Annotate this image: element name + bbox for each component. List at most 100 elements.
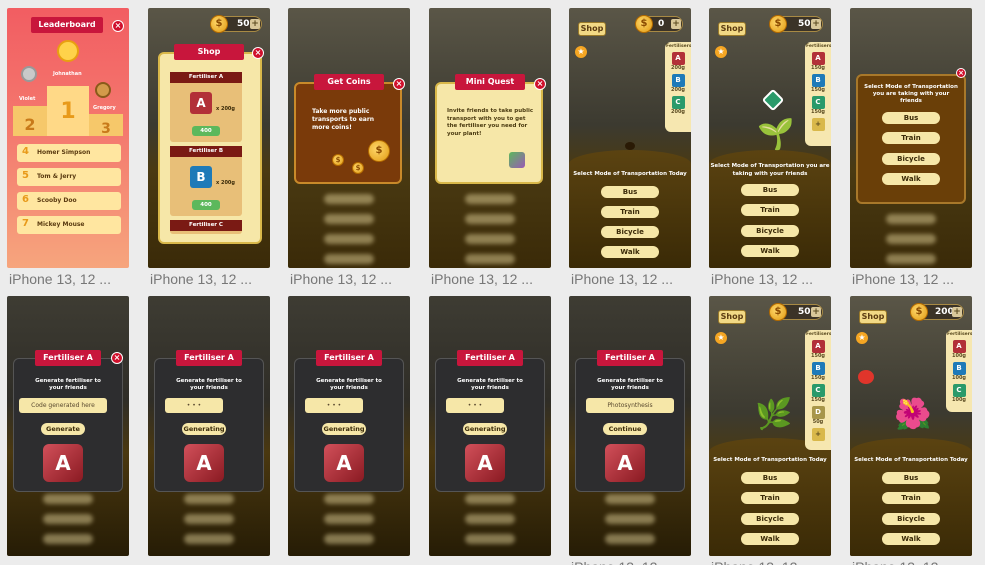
add-coins-icon[interactable]: +: [250, 19, 260, 29]
close-icon[interactable]: ×: [534, 78, 546, 90]
screen-game-sprout[interactable]: Shop 50 $ + ★ Fertilisers: A 150g B 150g…: [709, 8, 831, 287]
train-button[interactable]: Train: [882, 492, 940, 504]
price-button[interactable]: 400: [192, 200, 220, 210]
fertiliser-b-icon[interactable]: B: [811, 74, 825, 87]
screen-fertiliser-generating-3[interactable]: Fertiliser A Generate fertiliser to your…: [429, 296, 551, 556]
train-button[interactable]: Train: [601, 206, 659, 218]
mini-quest-text: Invite friends to take public transport …: [447, 108, 534, 137]
add-coins-icon[interactable]: +: [811, 19, 821, 29]
close-icon[interactable]: ×: [112, 20, 124, 32]
add-coins-icon[interactable]: +: [952, 307, 962, 317]
screen-leaderboard[interactable]: Leaderboard × Violet Johnathan Gregory 2…: [7, 8, 129, 287]
fertiliser-c-card[interactable]: Fertiliser C: [170, 220, 242, 234]
fertiliser-d-icon[interactable]: D: [811, 406, 825, 419]
fertiliser-c-icon[interactable]: C: [811, 384, 825, 397]
screen-fertiliser-done[interactable]: Fertiliser A Generate fertiliser to your…: [569, 296, 691, 565]
bicycle-button[interactable]: Bicycle: [741, 513, 799, 525]
fertiliser-a-card[interactable]: Fertiliser A A x 200g 400: [170, 72, 242, 142]
plant-icon: 🌿: [755, 397, 793, 432]
bicycle-button[interactable]: Bicycle: [741, 225, 799, 237]
add-coins-icon[interactable]: +: [811, 307, 821, 317]
bicycle-button[interactable]: Bicycle: [882, 513, 940, 525]
code-field[interactable]: Code generated here: [19, 398, 107, 413]
add-coins-icon[interactable]: +: [671, 19, 681, 29]
fertiliser-c-icon[interactable]: C: [671, 96, 685, 109]
add-fertiliser-icon[interactable]: +: [811, 428, 825, 441]
fertiliser-a-icon[interactable]: A: [811, 340, 825, 353]
shop-button[interactable]: Shop: [718, 310, 746, 324]
fertiliser-frame: Fertiliser A × Generate fertiliser to yo…: [7, 296, 129, 556]
screen-mode-modal[interactable]: × Select Mode of Transportation you are …: [850, 8, 972, 287]
fertiliser-a-icon[interactable]: A: [952, 340, 966, 353]
fertiliser-b-card[interactable]: Fertiliser B B x 200g 400: [170, 146, 242, 216]
frame-caption: iPhone 13, 12 ...: [852, 558, 972, 565]
screen-game-flower[interactable]: Shop 200 $ + ★ Fertilisers: A 100g B 100…: [850, 296, 972, 565]
train-button[interactable]: Train: [741, 204, 799, 216]
fertiliser-b-icon[interactable]: B: [671, 74, 685, 87]
fertiliser-b-icon[interactable]: B: [811, 362, 825, 375]
screen-mini-quest[interactable]: Mini Quest × Invite friends to take publ…: [429, 8, 551, 287]
shop-title: Shop: [174, 44, 244, 60]
walk-button[interactable]: Walk: [741, 245, 799, 257]
fertiliser-frame: Fertiliser A Generate fertiliser to your…: [288, 296, 410, 556]
generating-button[interactable]: Generating: [463, 423, 507, 435]
code-field[interactable]: • • •: [305, 398, 363, 413]
fertiliser-b-icon[interactable]: B: [952, 362, 966, 375]
screen-get-coins[interactable]: Get Coins × Take more public transports …: [288, 8, 410, 287]
close-icon[interactable]: ×: [111, 352, 123, 364]
leaderboard-title: Leaderboard: [31, 17, 103, 33]
code-field[interactable]: • • •: [165, 398, 223, 413]
bus-button[interactable]: Bus: [741, 472, 799, 484]
code-field[interactable]: Photosynthesis: [586, 398, 674, 413]
list-rank: 4: [22, 146, 29, 157]
train-button[interactable]: Train: [882, 132, 940, 144]
fertiliser-cube-icon: A: [605, 444, 645, 482]
frame-caption: iPhone 13, 12 ...: [711, 271, 813, 287]
generating-button[interactable]: Generating: [322, 423, 366, 435]
add-fertiliser-icon[interactable]: +: [811, 118, 825, 131]
bus-button[interactable]: Bus: [601, 186, 659, 198]
list-name: Mickey Mouse: [37, 221, 85, 228]
walk-button[interactable]: Walk: [601, 246, 659, 258]
walk-button[interactable]: Walk: [741, 533, 799, 545]
shop-button[interactable]: Shop: [718, 22, 746, 36]
bicycle-button[interactable]: Bicycle: [882, 153, 940, 165]
generating-button[interactable]: Generating: [182, 423, 226, 435]
bus-button[interactable]: Bus: [882, 472, 940, 484]
code-field[interactable]: • • •: [446, 398, 504, 413]
mode-title: Select Mode of Transportation you are ta…: [710, 163, 830, 177]
generate-button[interactable]: Generate: [41, 423, 85, 435]
fertiliser-panel-title: Fertilisers:: [806, 332, 831, 337]
screen-fertiliser-generate[interactable]: Fertiliser A × Generate fertiliser to yo…: [7, 296, 129, 556]
bicycle-button[interactable]: Bicycle: [601, 226, 659, 238]
train-button[interactable]: Train: [741, 492, 799, 504]
close-icon[interactable]: ×: [393, 78, 405, 90]
screen-game-plant[interactable]: Shop 50 $ + ★ Fertilisers: A 150g B 150g…: [709, 296, 831, 565]
screen-fertiliser-generating-1[interactable]: Fertiliser A Generate fertiliser to your…: [148, 296, 270, 556]
screen-shop[interactable]: 50 $ + Shop × Fertiliser A A x 200g 400 …: [148, 8, 270, 287]
walk-button[interactable]: Walk: [882, 533, 940, 545]
shop-button[interactable]: Shop: [578, 22, 606, 36]
blurred-option: [43, 534, 93, 544]
screen-fertiliser-generating-2[interactable]: Fertiliser A Generate fertiliser to your…: [288, 296, 410, 556]
walk-button[interactable]: Walk: [882, 173, 940, 185]
fertiliser-c-icon[interactable]: C: [811, 96, 825, 109]
screens-grid: Leaderboard × Violet Johnathan Gregory 2…: [0, 0, 985, 565]
fertiliser-a-icon[interactable]: A: [671, 52, 685, 65]
close-icon[interactable]: ×: [956, 68, 966, 78]
screen-game-empty[interactable]: Shop 0 $ + ★ Fertilisers: A 200g B 200g …: [569, 8, 691, 287]
bus-button[interactable]: Bus: [741, 184, 799, 196]
fertiliser-c-icon[interactable]: C: [952, 384, 966, 397]
bus-button[interactable]: Bus: [882, 112, 940, 124]
price-button[interactable]: 400: [192, 126, 220, 136]
frame-caption: iPhone 13, 12 ...: [711, 558, 831, 565]
list-rank: 7: [22, 218, 29, 229]
continue-button[interactable]: Continue: [603, 423, 647, 435]
mini-quest-frame: Mini Quest × Invite friends to take publ…: [429, 8, 551, 268]
coin-count: 0: [658, 19, 665, 29]
close-icon[interactable]: ×: [252, 47, 264, 59]
shop-button[interactable]: Shop: [859, 310, 887, 324]
blurred-option: [43, 494, 93, 504]
fertiliser-a-icon[interactable]: A: [811, 52, 825, 65]
list-item: 4 Homer Simpson: [17, 144, 121, 162]
